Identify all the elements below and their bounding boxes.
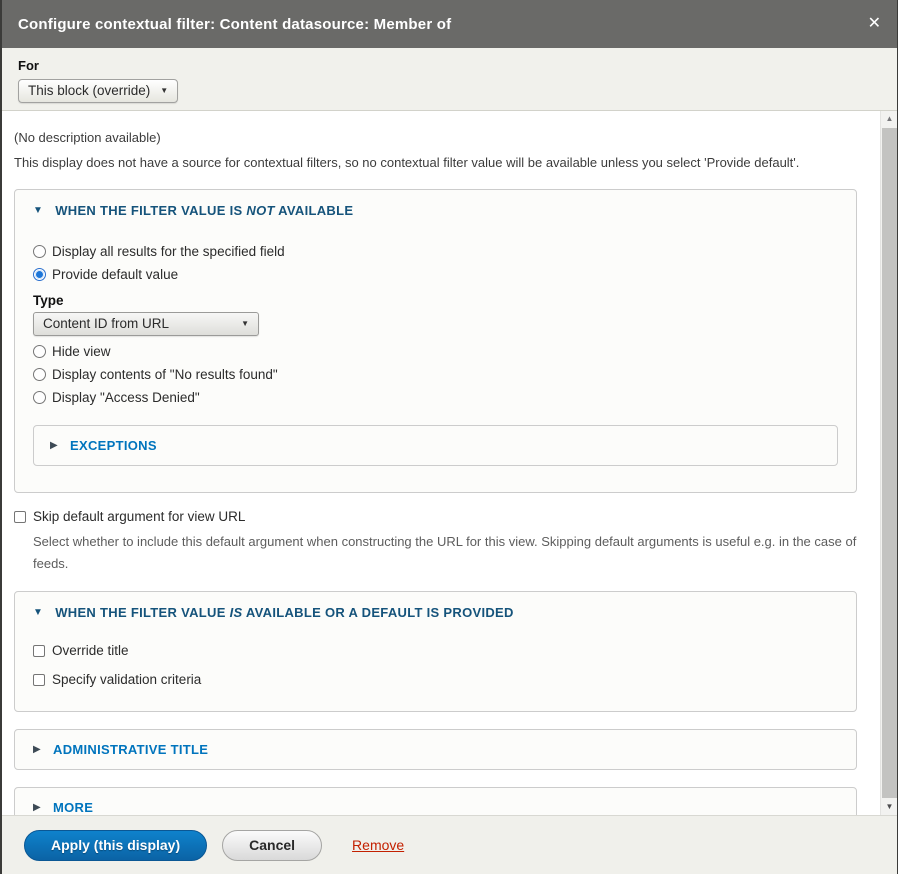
dialog-footer: Apply (this display) Cancel Remove: [2, 815, 897, 874]
radio-provide-default-value[interactable]: Provide default value: [33, 267, 838, 282]
fieldset-value-available: ▼ WHEN THE FILTER VALUE IS AVAILABLE OR …: [14, 591, 857, 712]
radio-label: Display "Access Denied": [52, 390, 200, 405]
for-display-select[interactable]: This block (override) ▼: [18, 79, 178, 103]
fieldset-value-not-available-legend[interactable]: ▼ WHEN THE FILTER VALUE IS NOT AVAILABLE: [33, 203, 838, 218]
chevron-down-icon: ▼: [241, 319, 249, 328]
chevron-down-icon: ▼: [160, 86, 168, 95]
radio-icon[interactable]: [33, 245, 46, 258]
remove-link[interactable]: Remove: [352, 837, 404, 853]
fieldset-more: ▶ MORE: [14, 787, 857, 815]
checkbox-skip-default-argument[interactable]: Skip default argument for view URL: [14, 509, 857, 524]
scroll-up-icon: ▲: [886, 115, 894, 123]
legend-text: WHEN THE FILTER VALUE IS AVAILABLE OR A …: [55, 605, 514, 620]
radio-label: Hide view: [52, 344, 111, 359]
fieldset-administrative-title: ▶ ADMINISTRATIVE TITLE: [14, 729, 857, 770]
checkbox-specify-validation[interactable]: Specify validation criteria: [33, 672, 838, 687]
radio-label: Display contents of "No results found": [52, 367, 278, 382]
checkbox-icon[interactable]: [33, 674, 45, 686]
scroll-down-icon: ▼: [886, 803, 894, 811]
skip-default-description: Select whether to include this default a…: [33, 531, 857, 574]
dialog-title: Configure contextual filter: Content dat…: [18, 16, 451, 33]
close-icon[interactable]: ✕: [868, 16, 881, 32]
radio-icon[interactable]: [33, 391, 46, 404]
scrollbar[interactable]: ▲ ▼: [880, 111, 897, 815]
scrollbar-down-button[interactable]: ▼: [881, 799, 897, 815]
checkbox-icon[interactable]: [14, 511, 26, 523]
radio-display-all-results[interactable]: Display all results for the specified fi…: [33, 244, 838, 259]
checkbox-label: Specify validation criteria: [52, 672, 201, 687]
fieldset-value-not-available: ▼ WHEN THE FILTER VALUE IS NOT AVAILABLE…: [14, 189, 857, 493]
radio-hide-view[interactable]: Hide view: [33, 344, 838, 359]
dialog-header: Configure contextual filter: Content dat…: [2, 0, 897, 48]
legend-text: EXCEPTIONS: [70, 438, 157, 453]
scrollbar-up-button[interactable]: ▲: [881, 111, 897, 127]
legend-text: ADMINISTRATIVE TITLE: [53, 742, 208, 757]
checkbox-label: Override title: [52, 643, 129, 658]
checkbox-label: Skip default argument for view URL: [33, 509, 245, 524]
type-label: Type: [33, 293, 838, 308]
radio-display-access-denied[interactable]: Display "Access Denied": [33, 390, 838, 405]
legend-text: WHEN THE FILTER VALUE IS NOT AVAILABLE: [55, 203, 353, 218]
radio-display-no-results[interactable]: Display contents of "No results found": [33, 367, 838, 382]
radio-icon[interactable]: [33, 345, 46, 358]
default-type-select-value: Content ID from URL: [43, 316, 169, 331]
expand-arrow-icon: ▶: [33, 744, 41, 755]
for-section: For This block (override) ▼: [2, 48, 897, 111]
checkbox-icon[interactable]: [33, 645, 45, 657]
collapse-arrow-icon: ▼: [33, 607, 43, 618]
apply-button[interactable]: Apply (this display): [24, 830, 207, 861]
collapse-arrow-icon: ▼: [33, 205, 43, 216]
dialog-body: (No description available) This display …: [2, 111, 897, 815]
expand-arrow-icon: ▶: [50, 440, 58, 451]
configure-contextual-filter-dialog: Configure contextual filter: Content dat…: [0, 0, 898, 874]
cancel-button[interactable]: Cancel: [222, 830, 322, 861]
legend-text: MORE: [53, 800, 93, 815]
for-display-select-value: This block (override): [28, 83, 150, 98]
fieldset-administrative-title-legend[interactable]: ▶ ADMINISTRATIVE TITLE: [33, 742, 838, 757]
default-type-select[interactable]: Content ID from URL ▼: [33, 312, 259, 336]
expand-arrow-icon: ▶: [33, 802, 41, 813]
no-description-text: (No description available): [14, 130, 857, 145]
radio-label: Display all results for the specified fi…: [52, 244, 285, 259]
no-source-warning-text: This display does not have a source for …: [14, 154, 857, 172]
fieldset-exceptions-legend[interactable]: ▶ EXCEPTIONS: [50, 438, 821, 453]
fieldset-more-legend[interactable]: ▶ MORE: [33, 800, 838, 815]
scrollbar-thumb[interactable]: [882, 128, 897, 798]
radio-label: Provide default value: [52, 267, 178, 282]
fieldset-exceptions: ▶ EXCEPTIONS: [33, 425, 838, 466]
for-label: For: [18, 58, 881, 73]
radio-selected-icon[interactable]: [33, 268, 46, 281]
checkbox-override-title[interactable]: Override title: [33, 643, 838, 658]
radio-icon[interactable]: [33, 368, 46, 381]
fieldset-value-available-legend[interactable]: ▼ WHEN THE FILTER VALUE IS AVAILABLE OR …: [33, 605, 838, 620]
